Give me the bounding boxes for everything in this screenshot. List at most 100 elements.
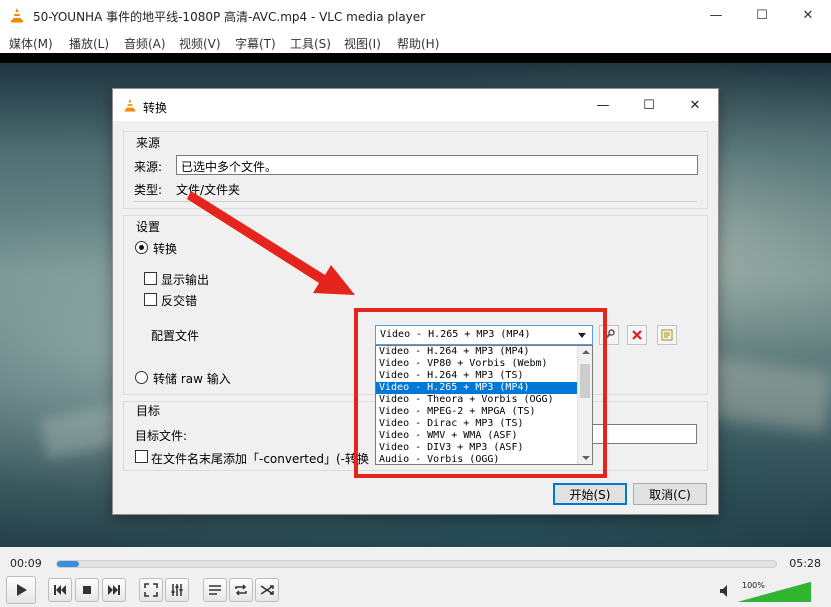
menu-video[interactable]: 视频(V) bbox=[179, 35, 221, 52]
maximize-icon: ☐ bbox=[756, 8, 768, 23]
divider bbox=[134, 201, 697, 202]
profile-option[interactable]: Video - MPEG-2 + MPGA (TS) bbox=[376, 406, 592, 418]
play-button[interactable] bbox=[6, 576, 36, 604]
time-total: 05:28 bbox=[789, 557, 821, 570]
minimize-icon: — bbox=[596, 97, 610, 113]
menu-help[interactable]: 帮助(H) bbox=[397, 35, 439, 52]
settings-group-title: 设置 bbox=[136, 220, 161, 234]
loop-button[interactable] bbox=[229, 578, 253, 602]
wrench-icon bbox=[604, 329, 615, 340]
previous-icon bbox=[54, 585, 66, 595]
chevron-down-icon bbox=[578, 333, 586, 338]
show-output-label: 显示输出 bbox=[161, 273, 210, 287]
vlc-cone-icon bbox=[124, 98, 136, 112]
profile-option[interactable]: Video - Dirac + MP3 (TS) bbox=[376, 418, 592, 430]
scroll-down-icon[interactable] bbox=[582, 456, 590, 460]
menu-playback[interactable]: 播放(L) bbox=[69, 35, 109, 52]
stop-button[interactable] bbox=[75, 578, 99, 602]
type-value: 文件/文件夹 bbox=[176, 183, 241, 197]
profile-option[interactable]: Video - DIV3 + MP3 (ASF) bbox=[376, 442, 592, 454]
deinterlace-label: 反交错 bbox=[161, 294, 198, 308]
start-button-label: 开始(S) bbox=[569, 487, 611, 502]
profile-option-selected[interactable]: Video - H.265 + MP3 (MP4) bbox=[376, 382, 592, 394]
profile-option[interactable]: Video - H.264 + MP3 (TS) bbox=[376, 370, 592, 382]
convert-dialog: 转换 — ☐ ✕ 来源 来源: 已选中多个文件。 类型: 文件/文件夹 设置 转… bbox=[112, 88, 719, 515]
vlc-cone-icon bbox=[11, 8, 23, 23]
maximize-icon: ☐ bbox=[643, 97, 655, 113]
seek-bar[interactable] bbox=[56, 560, 777, 568]
source-label: 来源: bbox=[134, 160, 163, 174]
source-field[interactable]: 已选中多个文件。 bbox=[176, 155, 698, 175]
next-button[interactable] bbox=[102, 578, 126, 602]
delete-profile-button[interactable] bbox=[627, 325, 647, 345]
previous-button[interactable] bbox=[48, 578, 72, 602]
profile-label: 配置文件 bbox=[151, 329, 200, 343]
menu-audio[interactable]: 音频(A) bbox=[124, 35, 166, 52]
append-suffix-label: 在文件名末尾添加「-converted」(-转换 bbox=[151, 452, 370, 466]
new-profile-button[interactable] bbox=[657, 325, 677, 345]
cancel-button[interactable]: 取消(C) bbox=[633, 483, 707, 505]
show-output-checkbox[interactable] bbox=[144, 272, 157, 285]
source-group-title: 来源 bbox=[136, 136, 161, 150]
dialog-close-button[interactable]: ✕ bbox=[672, 89, 718, 121]
next-icon bbox=[108, 585, 120, 595]
extended-settings-button[interactable] bbox=[165, 578, 189, 602]
edit-profile-button[interactable] bbox=[599, 325, 619, 345]
dialog-minimize-button[interactable]: — bbox=[580, 89, 626, 121]
window-titlebar: 50-YOUNHA 事件的地平线-1080P 高清-AVC.mp4 - VLC … bbox=[0, 0, 831, 31]
seek-progress bbox=[57, 561, 79, 567]
profile-dropdown-list[interactable]: Video - H.264 + MP3 (MP4) Video - VP80 +… bbox=[375, 345, 593, 465]
stop-icon bbox=[83, 586, 91, 594]
destination-file-field[interactable] bbox=[591, 424, 697, 444]
shuffle-button[interactable] bbox=[255, 578, 279, 602]
profile-option[interactable]: Video - H.264 + MP3 (MP4) bbox=[376, 346, 592, 358]
minimize-button[interactable]: — bbox=[693, 0, 739, 31]
play-icon bbox=[17, 584, 27, 596]
type-label: 类型: bbox=[134, 183, 163, 197]
profile-option[interactable]: Video - WMV + WMA (ASF) bbox=[376, 430, 592, 442]
dump-raw-label: 转储 raw 输入 bbox=[153, 372, 231, 386]
profile-select[interactable]: Video - H.265 + MP3 (MP4) bbox=[375, 325, 593, 345]
window-title: 50-YOUNHA 事件的地平线-1080P 高清-AVC.mp4 - VLC … bbox=[33, 10, 426, 24]
menu-media[interactable]: 媒体(M) bbox=[9, 35, 53, 52]
menu-tools[interactable]: 工具(S) bbox=[290, 35, 331, 52]
fullscreen-button[interactable] bbox=[139, 578, 163, 602]
volume-label: 100% bbox=[742, 581, 765, 590]
dropdown-scrollbar[interactable] bbox=[577, 346, 592, 464]
menu-view[interactable]: 视图(I) bbox=[344, 35, 381, 52]
start-button[interactable]: 开始(S) bbox=[553, 483, 627, 505]
cancel-button-label: 取消(C) bbox=[649, 487, 691, 502]
destination-group-title: 目标 bbox=[136, 404, 161, 418]
loop-icon bbox=[235, 584, 247, 596]
playlist-icon bbox=[209, 585, 221, 595]
convert-radio-label: 转换 bbox=[153, 242, 178, 256]
player-controls: 00:09 05:28 100% bbox=[0, 547, 831, 607]
deinterlace-checkbox[interactable] bbox=[144, 293, 157, 306]
profile-selected-value: Video - H.265 + MP3 (MP4) bbox=[380, 329, 531, 340]
dialog-title: 转换 bbox=[143, 101, 168, 115]
profile-option[interactable]: Audio - Vorbis (OGG) bbox=[376, 454, 592, 464]
profile-option[interactable]: Video - VP80 + Vorbis (Webm) bbox=[376, 358, 592, 370]
convert-radio[interactable] bbox=[135, 241, 148, 254]
scroll-up-icon[interactable] bbox=[582, 350, 590, 354]
menu-subtitle[interactable]: 字幕(T) bbox=[235, 35, 276, 52]
new-profile-icon bbox=[661, 329, 673, 341]
append-suffix-checkbox[interactable] bbox=[135, 450, 148, 463]
speaker-icon[interactable] bbox=[718, 583, 734, 599]
equalizer-icon bbox=[171, 584, 183, 596]
minimize-icon: — bbox=[709, 8, 723, 23]
fullscreen-icon bbox=[144, 583, 158, 597]
menu-bar: 媒体(M) 播放(L) 音频(A) 视频(V) 字幕(T) 工具(S) 视图(I… bbox=[0, 31, 831, 53]
playlist-button[interactable] bbox=[203, 578, 227, 602]
profile-option[interactable]: Video - Theora + Vorbis (OGG) bbox=[376, 394, 592, 406]
shuffle-icon bbox=[260, 585, 274, 595]
destination-file-label: 目标文件: bbox=[135, 429, 188, 443]
close-icon: ✕ bbox=[802, 8, 814, 23]
dialog-titlebar: 转换 — ☐ ✕ bbox=[113, 89, 718, 121]
close-icon: ✕ bbox=[689, 97, 701, 113]
scrollbar-thumb[interactable] bbox=[580, 364, 590, 398]
close-button[interactable]: ✕ bbox=[785, 0, 831, 31]
dump-raw-radio[interactable] bbox=[135, 371, 148, 384]
dialog-maximize-button[interactable]: ☐ bbox=[626, 89, 672, 121]
maximize-button[interactable]: ☐ bbox=[739, 0, 785, 31]
